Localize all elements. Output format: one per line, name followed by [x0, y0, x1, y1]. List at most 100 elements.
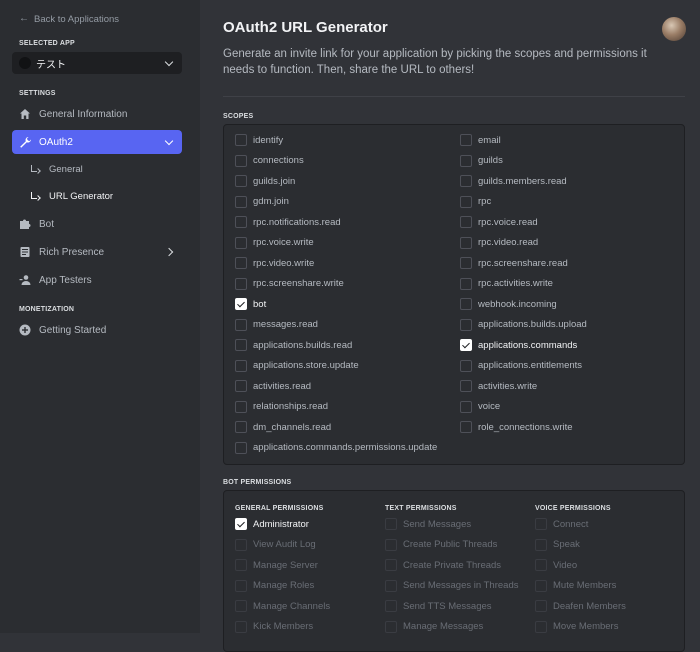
scope-checkbox-rpc-notifications-read[interactable]: rpc.notifications.read — [235, 214, 341, 230]
permission-label: Manage Server — [253, 559, 318, 571]
scope-checkbox-dm-channels-read[interactable]: dm_channels.read — [235, 419, 331, 435]
permission-checkbox-deafen-members[interactable]: Deafen Members — [535, 598, 626, 614]
permission-checkbox-manage-roles[interactable]: Manage Roles — [235, 578, 314, 594]
scope-label: applications.commands — [478, 339, 578, 351]
scope-checkbox-rpc-video-write[interactable]: rpc.video.write — [235, 255, 314, 271]
checkbox-checked-icon — [235, 298, 247, 310]
checkbox-icon — [460, 400, 472, 413]
arrow-left-icon: ← — [19, 13, 29, 24]
checkbox-icon — [235, 380, 247, 392]
scope-checkbox-activities-read[interactable]: activities.read — [235, 378, 311, 394]
scope-checkbox-bot[interactable]: bot — [235, 296, 266, 312]
scope-checkbox-guilds[interactable]: guilds — [460, 153, 503, 169]
permission-checkbox-create-public-threads[interactable]: Create Public Threads — [385, 537, 497, 553]
permission-checkbox-administrator[interactable]: Administrator — [235, 516, 309, 532]
subitem-arrow-icon — [30, 191, 39, 201]
sidebar-item-app-testers[interactable]: App Testers — [12, 268, 182, 292]
sidebar-item-label: App Testers — [39, 274, 92, 286]
main-content: OAuth2 URL Generator Generate an invite … — [200, 0, 700, 652]
scope-checkbox-messages-read[interactable]: messages.read — [235, 317, 318, 333]
permission-checkbox-kick-members[interactable]: Kick Members — [235, 619, 313, 635]
scope-checkbox-applications-commands-permissions-update[interactable]: applications.commands.permissions.update — [235, 440, 437, 456]
scope-checkbox-connections[interactable]: connections — [235, 153, 304, 169]
document-icon — [18, 245, 32, 259]
permission-checkbox-view-audit-log[interactable]: View Audit Log — [235, 537, 316, 553]
scope-label: guilds — [478, 155, 503, 166]
checkbox-icon — [235, 538, 247, 551]
checkbox-icon — [460, 154, 472, 167]
permission-label: Manage Channels — [253, 600, 331, 612]
permission-checkbox-manage-channels[interactable]: Manage Channels — [235, 598, 330, 614]
sidebar-subitem-url-generator[interactable]: URL Generator — [30, 186, 182, 206]
scope-checkbox-applications-store-update[interactable]: applications.store.update — [235, 358, 359, 374]
scope-checkbox-applications-builds-upload[interactable]: applications.builds.upload — [460, 317, 587, 333]
scope-checkbox-rpc-screenshare-write[interactable]: rpc.screenshare.write — [235, 276, 344, 292]
scope-checkbox-gdm-join[interactable]: gdm.join — [235, 194, 289, 210]
scope-checkbox-rpc[interactable]: rpc — [460, 194, 491, 210]
scope-label: activities.write — [478, 380, 538, 392]
checkbox-checked-icon — [235, 518, 247, 530]
permission-checkbox-create-private-threads[interactable]: Create Private Threads — [385, 557, 501, 573]
scope-checkbox-applications-commands[interactable]: applications.commands — [460, 337, 577, 353]
checkbox-icon — [235, 154, 247, 167]
scope-checkbox-rpc-voice-read[interactable]: rpc.voice.read — [460, 214, 538, 230]
scope-checkbox-role-connections-write[interactable]: role_connections.write — [460, 419, 573, 435]
user-avatar[interactable] — [662, 17, 686, 41]
permission-label: Connect — [553, 518, 589, 530]
scope-checkbox-rpc-activities-write[interactable]: rpc.activities.write — [460, 276, 553, 292]
sidebar-item-getting-started[interactable]: Getting Started — [12, 318, 182, 342]
scope-label: rpc.screenshare.write — [253, 278, 344, 289]
sidebar-subitem-general[interactable]: General — [30, 159, 182, 179]
sidebar-item-oauth2[interactable]: OAuth2 — [12, 130, 182, 154]
checkbox-icon — [235, 579, 247, 592]
permission-checkbox-manage-messages[interactable]: Manage Messages — [385, 619, 483, 635]
permission-checkbox-move-members[interactable]: Move Members — [535, 619, 618, 635]
sidebar-item-rich-presence[interactable]: Rich Presence — [12, 240, 182, 264]
person-icon — [18, 273, 32, 287]
permission-checkbox-video[interactable]: Video — [535, 557, 577, 573]
sidebar-item-general-information[interactable]: General Information — [12, 102, 182, 126]
scope-checkbox-applications-entitlements[interactable]: applications.entitlements — [460, 358, 582, 374]
scope-checkbox-applications-builds-read[interactable]: applications.builds.read — [235, 337, 352, 353]
scope-label: rpc.screenshare.read — [478, 257, 568, 269]
checkbox-icon — [385, 538, 397, 551]
scope-checkbox-guilds-join[interactable]: guilds.join — [235, 173, 295, 189]
checkbox-icon — [235, 195, 247, 208]
permission-label: Video — [553, 559, 578, 571]
scope-checkbox-voice[interactable]: voice — [460, 399, 500, 415]
scope-checkbox-identify[interactable]: identify — [235, 132, 283, 148]
permission-checkbox-manage-server[interactable]: Manage Server — [235, 557, 318, 573]
checkbox-icon — [385, 518, 397, 530]
scope-label: applications.builds.read — [253, 339, 353, 351]
checkbox-icon — [460, 175, 472, 187]
divider — [223, 96, 685, 97]
scope-checkbox-rpc-screenshare-read[interactable]: rpc.screenshare.read — [460, 255, 568, 271]
permission-label: Manage Messages — [403, 621, 484, 632]
scopes-panel: identify email connections guilds guilds.joi… — [223, 124, 685, 465]
permission-label: Move Members — [553, 621, 619, 632]
permission-checkbox-mute-members[interactable]: Mute Members — [535, 578, 616, 594]
scope-label: rpc.notifications.read — [253, 216, 341, 228]
checkbox-icon — [235, 441, 247, 454]
back-to-applications-link[interactable]: ← Back to Applications — [19, 12, 119, 26]
scope-checkbox-rpc-voice-write[interactable]: rpc.voice.write — [235, 235, 314, 251]
sidebar-item-bot[interactable]: Bot — [12, 212, 182, 236]
scope-checkbox-activities-write[interactable]: activities.write — [460, 378, 537, 394]
permission-checkbox-speak[interactable]: Speak — [535, 537, 580, 553]
checkbox-icon — [235, 216, 247, 228]
scope-label: relationships.read — [253, 401, 328, 412]
permission-checkbox-send-messages[interactable]: Send Messages — [385, 516, 471, 532]
scope-checkbox-guilds-members-read[interactable]: guilds.members.read — [460, 173, 567, 189]
app-selector[interactable]: テスト — [12, 52, 182, 74]
scope-checkbox-relationships-read[interactable]: relationships.read — [235, 399, 328, 415]
permission-label: Deafen Members — [553, 600, 626, 612]
scope-checkbox-webhook-incoming[interactable]: webhook.incoming — [460, 296, 557, 312]
scope-label: applications.commands.permissions.update — [253, 442, 438, 453]
scope-label: webhook.incoming — [478, 298, 557, 310]
permission-checkbox-send-messages-in-threads[interactable]: Send Messages in Threads — [385, 578, 518, 594]
scope-checkbox-rpc-video-read[interactable]: rpc.video.read — [460, 235, 538, 251]
scope-checkbox-email[interactable]: email — [460, 132, 501, 148]
scope-label: guilds.members.read — [478, 175, 567, 187]
permission-checkbox-send-tts-messages[interactable]: Send TTS Messages — [385, 598, 492, 614]
permission-checkbox-connect[interactable]: Connect — [535, 516, 588, 532]
